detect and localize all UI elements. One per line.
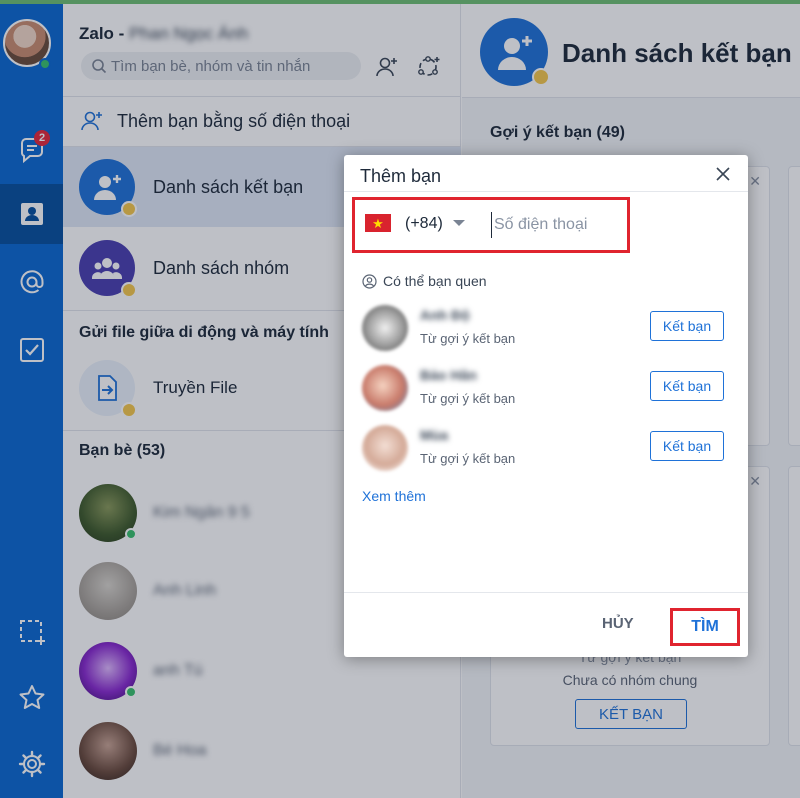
close-icon <box>716 167 730 181</box>
suggestion-name: Mùa <box>420 427 448 443</box>
suggestion-row: Anh Độ Từ gợi ý kết bạn Kết bạn <box>362 305 732 357</box>
vietnam-flag-icon: ★ <box>365 214 391 232</box>
see-more-link[interactable]: Xem thêm <box>362 488 426 504</box>
maybe-know-label: Có thể bạn quen <box>383 273 487 289</box>
suggestion-row: Mùa Từ gợi ý kết bạn Kết bạn <box>362 425 732 477</box>
country-code-select[interactable]: (+84) <box>405 215 443 233</box>
dialog-close-button[interactable] <box>712 163 734 185</box>
find-button[interactable]: TÌM <box>691 618 719 636</box>
maybe-know-header: Có thể bạn quen <box>362 273 487 289</box>
divider <box>344 592 748 593</box>
suggestion-name: Bảo Hân <box>420 367 477 383</box>
suggestion-source: Từ gợi ý kết bạn <box>420 331 516 346</box>
cancel-button[interactable]: HỦY <box>602 615 634 632</box>
suggestion-source: Từ gợi ý kết bạn <box>420 391 516 406</box>
dialog-title: Thêm bạn <box>360 166 442 186</box>
divider <box>344 191 748 192</box>
chevron-down-icon[interactable] <box>453 220 465 226</box>
phone-entry-highlight: ★ (+84) <box>352 197 630 253</box>
suggestion-avatar <box>362 305 408 351</box>
add-friend-dialog: Thêm bạn ★ (+84) Có thể bạn quen Anh Độ … <box>344 155 748 657</box>
add-friend-button[interactable]: Kết bạn <box>650 431 724 461</box>
suggestion-source: Từ gợi ý kết bạn <box>420 451 516 466</box>
find-button-highlight: TÌM <box>670 608 740 646</box>
suggestion-name: Anh Độ <box>420 307 470 323</box>
suggestion-row: Bảo Hân Từ gợi ý kết bạn Kết bạn <box>362 365 732 417</box>
user-circle-icon <box>362 273 377 289</box>
suggestion-avatar <box>362 365 408 411</box>
add-friend-button[interactable]: Kết bạn <box>650 371 724 401</box>
phone-number-input[interactable] <box>491 212 621 238</box>
add-friend-button[interactable]: Kết bạn <box>650 311 724 341</box>
suggestion-avatar <box>362 425 408 471</box>
